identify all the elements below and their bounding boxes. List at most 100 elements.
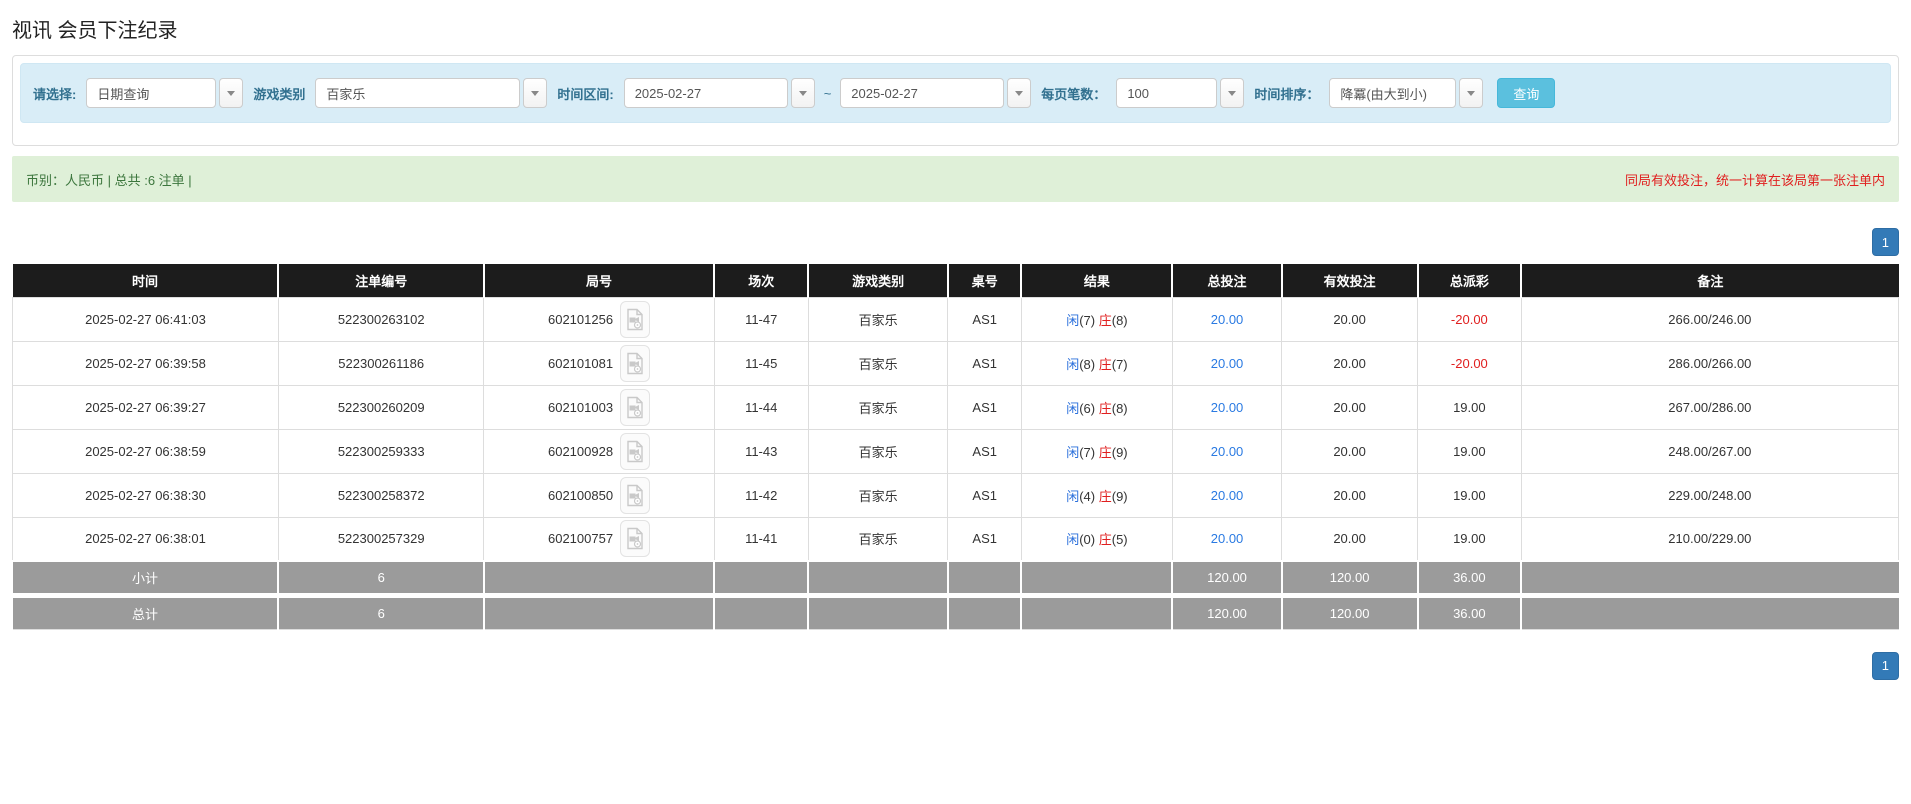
- player-result-score: (7): [1079, 445, 1095, 460]
- result-cell: 闲(7) 庄(9): [1021, 429, 1172, 473]
- bet-id-cell: 522300259333: [278, 429, 484, 473]
- filter-panel: 请选择: 日期查询 游戏类别 百家乐 时间区间: 2025-02-27 ~ 20…: [12, 55, 1899, 146]
- page-1-button[interactable]: 1: [1872, 652, 1899, 680]
- empty-cell: [484, 561, 714, 595]
- round-id: 602101081: [548, 356, 613, 371]
- chevron-down-icon: [799, 91, 807, 96]
- total-bet-link[interactable]: 20.00: [1172, 517, 1281, 561]
- player-result-label: 闲: [1066, 532, 1079, 547]
- game-type-cell: 百家乐: [808, 297, 948, 341]
- session-cell: 11-41: [714, 517, 808, 561]
- empty-cell: [714, 595, 808, 629]
- session-cell: 11-42: [714, 473, 808, 517]
- date-to-value[interactable]: 2025-02-27: [840, 78, 1004, 108]
- col-header-session: 场次: [714, 264, 808, 297]
- round-id-cell: 602100850: [484, 473, 714, 517]
- date-to-dropdown-button[interactable]: [1007, 78, 1031, 108]
- time-sort-label: 时间排序：: [1254, 84, 1319, 103]
- query-type-dropdown-button[interactable]: [219, 78, 243, 108]
- banker-result-score: (9): [1112, 445, 1128, 460]
- bet-id-cell: 522300257329: [278, 517, 484, 561]
- table-no-cell: AS1: [948, 517, 1022, 561]
- empty-cell: [1521, 561, 1898, 595]
- table-no-cell: AS1: [948, 297, 1022, 341]
- round-id: 602101003: [548, 400, 613, 415]
- query-type-label: 请选择:: [33, 84, 76, 103]
- result-cell: 闲(8) 庄(7): [1021, 341, 1172, 385]
- col-header-time: 时间: [13, 264, 279, 297]
- date-range-separator: ~: [824, 86, 832, 101]
- empty-cell: [948, 595, 1022, 629]
- total-bet-link[interactable]: 20.00: [1172, 473, 1281, 517]
- valid-bet-cell: 20.00: [1282, 473, 1418, 517]
- game-type-cell: 百家乐: [808, 473, 948, 517]
- banker-result-score: (9): [1112, 489, 1128, 504]
- player-result-label: 闲: [1066, 401, 1079, 416]
- video-replay-icon[interactable]: [620, 301, 650, 338]
- video-replay-icon[interactable]: [620, 433, 650, 470]
- empty-cell: [1021, 595, 1172, 629]
- total-bet-link[interactable]: 20.00: [1172, 385, 1281, 429]
- search-button[interactable]: 查询: [1497, 78, 1555, 108]
- banker-result-label: 庄: [1099, 357, 1112, 372]
- chevron-down-icon: [1228, 91, 1236, 96]
- total-bet-link[interactable]: 20.00: [1172, 429, 1281, 473]
- video-replay-icon[interactable]: [620, 389, 650, 426]
- table-row: 2025-02-27 06:38:01 522300257329 6021007…: [13, 517, 1899, 561]
- player-result-label: 闲: [1066, 489, 1079, 504]
- payout-cell: 19.00: [1418, 473, 1522, 517]
- page-size-value[interactable]: 100: [1116, 78, 1217, 108]
- result-cell: 闲(6) 庄(8): [1021, 385, 1172, 429]
- time-cell: 2025-02-27 06:38:30: [13, 473, 279, 517]
- player-result-score: (6): [1079, 401, 1095, 416]
- player-result-label: 闲: [1066, 313, 1079, 328]
- round-id-cell: 602101081: [484, 341, 714, 385]
- currency-total-summary: 币别：人民币 | 总共 :6 注单 |: [26, 170, 192, 189]
- query-type-combo: 日期查询: [86, 78, 243, 108]
- video-replay-icon[interactable]: [620, 520, 650, 557]
- game-type-cell: 百家乐: [808, 385, 948, 429]
- empty-cell: [484, 595, 714, 629]
- filter-toolbar: 请选择: 日期查询 游戏类别 百家乐 时间区间: 2025-02-27 ~ 20…: [20, 63, 1891, 123]
- round-id: 602101256: [548, 312, 613, 327]
- total-bet-link[interactable]: 20.00: [1172, 341, 1281, 385]
- date-to-combo: 2025-02-27: [840, 78, 1031, 108]
- game-type-dropdown-button[interactable]: [523, 78, 547, 108]
- bet-id-cell: 522300263102: [278, 297, 484, 341]
- valid-bet-cell: 20.00: [1282, 429, 1418, 473]
- time-sort-value[interactable]: 降冪(由大到小): [1329, 78, 1456, 108]
- chevron-down-icon: [531, 91, 539, 96]
- round-id-cell: 602100928: [484, 429, 714, 473]
- game-type-value[interactable]: 百家乐: [315, 78, 520, 108]
- page-1-button[interactable]: 1: [1872, 228, 1899, 256]
- empty-cell: [948, 561, 1022, 595]
- valid-bet-cell: 20.00: [1282, 297, 1418, 341]
- remark-cell: 210.00/229.00: [1521, 517, 1898, 561]
- subtotal-valid-bet: 120.00: [1282, 561, 1418, 595]
- table-row: 2025-02-27 06:38:30 522300258372 6021008…: [13, 473, 1899, 517]
- col-header-table-no: 桌号: [948, 264, 1022, 297]
- payout-cell: -20.00: [1418, 341, 1522, 385]
- time-cell: 2025-02-27 06:39:27: [13, 385, 279, 429]
- player-result-score: (7): [1079, 313, 1095, 328]
- time-cell: 2025-02-27 06:41:03: [13, 297, 279, 341]
- round-id: 602100928: [548, 444, 613, 459]
- query-type-value[interactable]: 日期查询: [86, 78, 216, 108]
- total-bet-link[interactable]: 20.00: [1172, 297, 1281, 341]
- total-total-bet: 120.00: [1172, 595, 1281, 629]
- video-replay-icon[interactable]: [620, 477, 650, 514]
- result-cell: 闲(4) 庄(9): [1021, 473, 1172, 517]
- player-result-label: 闲: [1066, 357, 1079, 372]
- time-sort-dropdown-button[interactable]: [1459, 78, 1483, 108]
- date-from-dropdown-button[interactable]: [791, 78, 815, 108]
- round-id: 602100757: [548, 531, 613, 546]
- time-cell: 2025-02-27 06:38:59: [13, 429, 279, 473]
- payout-cell: 19.00: [1418, 517, 1522, 561]
- video-replay-icon[interactable]: [620, 345, 650, 382]
- banker-result-label: 庄: [1099, 489, 1112, 504]
- banker-result-label: 庄: [1099, 532, 1112, 547]
- page-size-dropdown-button[interactable]: [1220, 78, 1244, 108]
- date-from-value[interactable]: 2025-02-27: [624, 78, 788, 108]
- game-type-combo: 百家乐: [315, 78, 547, 108]
- col-header-payout: 总派彩: [1418, 264, 1522, 297]
